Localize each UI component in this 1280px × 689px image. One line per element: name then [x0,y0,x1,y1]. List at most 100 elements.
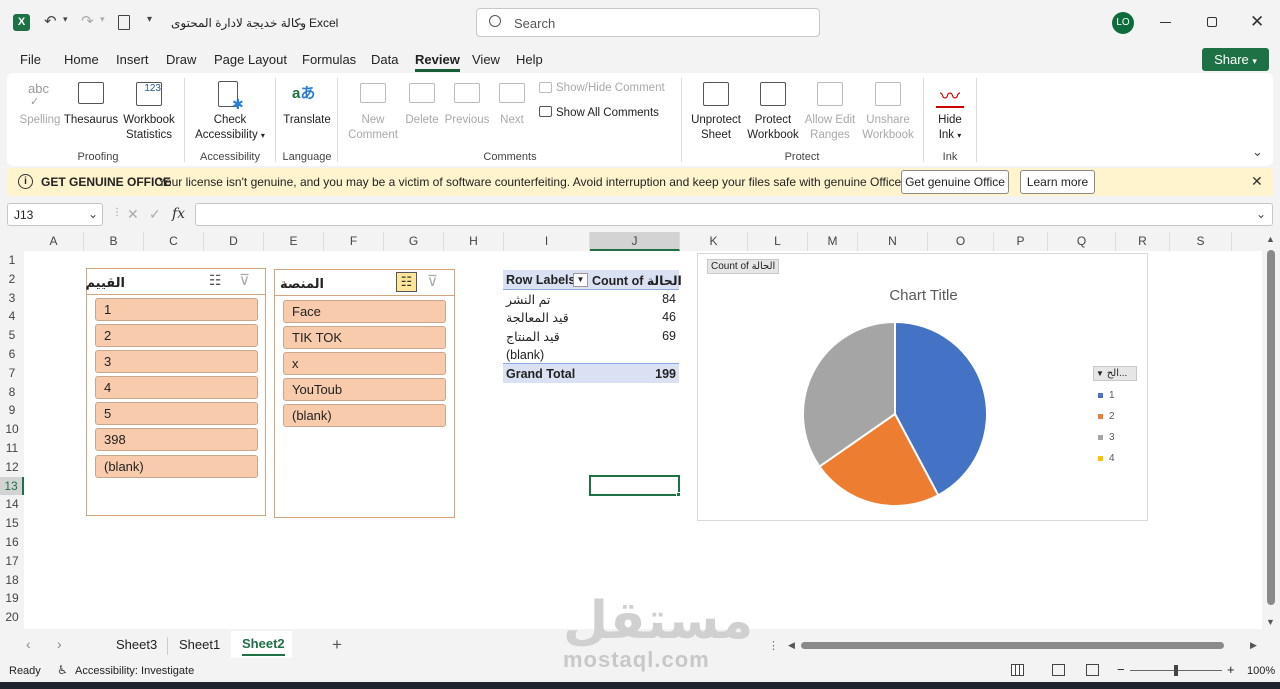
col-header-q[interactable]: Q [1048,232,1116,251]
check-accessibility-button[interactable]: Check Accessibility ▾ [188,113,272,143]
slicer-item[interactable]: YouToub [283,378,446,401]
pivot-row-label[interactable]: (blank) [506,348,544,362]
col-header-o[interactable]: O [928,232,994,251]
close-window-icon[interactable]: ✕ [1250,12,1264,32]
sheet-tab-sheet2[interactable]: Sheet2 [242,636,285,656]
slicer-item[interactable]: 3 [95,350,258,373]
name-box-dropdown-icon[interactable]: ⌄ [88,207,98,221]
horizontal-scroll-thumb[interactable] [801,642,1224,649]
zoom-slider-thumb[interactable] [1174,665,1178,676]
page-layout-view-icon[interactable] [1052,664,1065,676]
unshare-workbook-button[interactable]: Unshare Workbook [858,113,918,143]
slicer-item[interactable]: x [283,352,446,375]
filter-dropdown-icon[interactable]: ▼ [573,273,588,287]
pie-chart[interactable]: Count of الحالة Chart Title ▼ الح... 123… [697,253,1148,521]
close-bar-icon[interactable]: ✕ [1251,173,1263,190]
row-header[interactable]: 19 [0,589,24,608]
pivot-row-label[interactable]: قيد المنتاج [506,329,560,344]
expand-formula-icon[interactable]: ⌄ [1256,207,1266,221]
new-file-icon[interactable] [118,15,130,30]
menu-insert[interactable]: Insert [116,52,149,67]
row-header[interactable]: 16 [0,533,24,552]
slicer-rating[interactable]: القييم ☷ ⊽ 1 2 3 4 5 398 (blank) [85,268,266,516]
select-all-corner[interactable] [0,232,24,251]
col-header-l[interactable]: L [748,232,808,251]
slicer-item[interactable]: 4 [95,376,258,399]
col-header-g[interactable]: G [384,232,444,251]
redo-dropdown-icon[interactable]: ▾ [100,14,105,25]
row-header[interactable]: 5 [0,326,24,345]
new-comment-button[interactable]: New Comment [343,113,403,143]
fill-handle[interactable] [676,492,681,497]
col-header-n[interactable]: N [858,232,928,251]
multi-select-icon[interactable]: ☷ [209,272,222,289]
page-break-view-icon[interactable] [1086,664,1099,676]
row-header[interactable]: 13 [0,476,24,496]
undo-icon[interactable]: ↶ [44,12,57,30]
protect-workbook-button[interactable]: Protect Workbook [743,113,803,143]
spelling-button[interactable]: Spelling [16,113,64,128]
col-header-c[interactable]: C [144,232,204,251]
menu-view[interactable]: View [472,52,500,67]
row-header[interactable]: 7 [0,364,24,383]
next-comment-button[interactable]: Next [492,113,532,128]
slicer-item[interactable]: Face [283,300,446,323]
accessibility-icon[interactable]: ♿ [57,663,68,677]
col-header-b[interactable]: B [84,232,144,251]
user-avatar[interactable]: LO [1112,12,1134,34]
show-all-comments-button[interactable]: Show All Comments [556,106,659,121]
ribbon-collapse-icon[interactable]: ⌄ [1252,144,1263,160]
zoom-out-button[interactable]: − [1117,662,1125,677]
col-header-e[interactable]: E [264,232,324,251]
previous-comment-button[interactable]: Previous [443,113,491,128]
legend-entry[interactable]: 3 [1098,427,1115,448]
row-header[interactable]: 10 [0,420,24,439]
formula-bar-handle-icon[interactable]: ⋮ [112,207,122,218]
formula-input[interactable]: ⌄ [195,203,1273,226]
scroll-down-icon[interactable]: ▼ [1266,617,1275,627]
row-header[interactable]: 1 [0,251,24,270]
unprotect-sheet-button[interactable]: Unprotect Sheet [686,113,746,143]
allow-edit-ranges-button[interactable]: Allow Edit Ranges [800,113,860,143]
enter-icon[interactable]: ✓ [149,206,161,223]
menu-file[interactable]: File [20,52,41,67]
pivot-row-label[interactable]: تم النشر [506,292,550,307]
learn-more-button[interactable]: Learn more [1020,170,1095,194]
row-header[interactable]: 12 [0,458,24,477]
undo-dropdown-icon[interactable]: ▾ [63,14,68,25]
scroll-up-icon[interactable]: ▲ [1266,234,1275,244]
zoom-in-button[interactable]: + [1227,662,1235,677]
menu-formulas[interactable]: Formulas [302,52,356,67]
clear-filter-icon[interactable]: ⊽ [427,272,438,290]
sheet-tab-sheet3[interactable]: Sheet3 [116,637,157,652]
menu-page-layout[interactable]: Page Layout [214,52,287,67]
pivot-row-label[interactable]: قيد المعالجة [506,310,569,325]
menu-draw[interactable]: Draw [166,52,196,67]
col-header-h[interactable]: H [444,232,504,251]
zoom-level[interactable]: 100% [1247,665,1275,677]
workbook-statistics-button[interactable]: Workbook Statistics [120,113,178,143]
hscroll-right-icon[interactable]: ▶ [1250,640,1257,651]
row-header[interactable]: 14 [0,495,24,514]
row-header[interactable]: 18 [0,571,24,590]
sheet-tab-sheet1[interactable]: Sheet1 [179,637,220,652]
cancel-icon[interactable]: ✕ [127,206,139,223]
col-header-f[interactable]: F [324,232,384,251]
hide-ink-button[interactable]: Hide Ink ▾ [928,113,972,143]
menu-help[interactable]: Help [516,52,543,67]
legend-entry[interactable]: 1 [1098,385,1115,406]
vertical-scrollbar[interactable]: ▲ ▼ [1262,232,1280,631]
insert-function-icon[interactable]: fx [172,206,185,222]
col-header-d[interactable]: D [204,232,264,251]
clear-filter-icon[interactable]: ⊽ [239,271,250,289]
redo-icon[interactable]: ↷ [81,12,94,30]
menu-review[interactable]: Review [415,52,460,72]
row-header[interactable]: 2 [0,270,24,289]
row-header[interactable]: 8 [0,383,24,402]
row-header[interactable]: 3 [0,289,24,308]
row-header[interactable]: 20 [0,608,24,627]
menu-data[interactable]: Data [371,52,398,67]
slicer-item[interactable]: 398 [95,428,258,451]
row-header[interactable]: 15 [0,514,24,533]
row-header[interactable]: 4 [0,307,24,326]
